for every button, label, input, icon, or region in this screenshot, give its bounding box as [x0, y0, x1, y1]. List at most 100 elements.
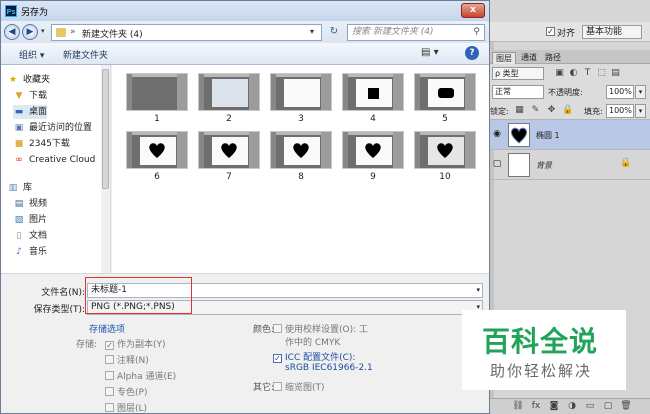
- back-arrow-icon[interactable]: ◀: [4, 24, 20, 40]
- mask-icon[interactable]: ◙: [548, 401, 560, 413]
- file-item[interactable]: 5: [414, 73, 478, 127]
- workspace-dropdown[interactable]: 基本功能: [582, 25, 642, 39]
- alpha-channels-checkbox[interactable]: Alpha 通道(E): [105, 369, 176, 382]
- tab-channels[interactable]: 通道: [518, 52, 540, 64]
- file-name: 3: [298, 114, 304, 124]
- file-item[interactable]: 3: [270, 73, 334, 127]
- spot-colors-checkbox[interactable]: 专色(P): [105, 385, 147, 398]
- type-filter-icon[interactable]: T: [582, 67, 593, 79]
- adjustment-filter-icon[interactable]: ◐: [568, 67, 579, 79]
- nav-item-pictures[interactable]: ▧ 图片: [13, 213, 47, 227]
- path-box[interactable]: » 新建文件夹 (4) ▾: [51, 24, 322, 41]
- history-dropdown-icon[interactable]: ▾: [41, 27, 45, 35]
- smart-object-filter-icon[interactable]: ▤: [610, 67, 621, 79]
- as-copy-checkbox[interactable]: ✓ 作为副本(Y): [105, 337, 166, 350]
- opacity-input[interactable]: 100%: [606, 85, 634, 99]
- documents-icon: ▯: [16, 231, 22, 241]
- chevron-down-icon[interactable]: ▾: [310, 27, 314, 36]
- view-options-icon[interactable]: ▤ ▾: [421, 47, 439, 58]
- layer-thumbnail: [508, 153, 530, 177]
- chevron-down-icon[interactable]: ▾: [476, 284, 480, 297]
- store-label: 存储:: [76, 340, 98, 350]
- trash-icon[interactable]: 🗑: [620, 401, 632, 413]
- file-thumbnail: [342, 131, 404, 169]
- file-item[interactable]: 10: [414, 131, 478, 185]
- color-label: 颜色:: [253, 325, 275, 335]
- file-thumbnail: [198, 73, 260, 111]
- search-icon[interactable]: ⚲: [473, 25, 480, 40]
- refresh-icon[interactable]: ↻: [325, 24, 343, 41]
- layers-checkbox[interactable]: 图层(L): [105, 401, 147, 414]
- file-item[interactable]: 7: [198, 131, 262, 185]
- nav-item-favorites[interactable]: ★ 收藏夹: [7, 73, 50, 87]
- search-input[interactable]: 搜索 新建文件夹 (4) ⚲: [347, 24, 485, 41]
- nav-scrollbar[interactable]: [101, 65, 110, 273]
- recent-places-icon: ▣: [14, 123, 24, 133]
- group-folder-icon[interactable]: ▭: [584, 401, 596, 413]
- nav-item-creative-cloud[interactable]: ∞ Creative Cloud: [13, 153, 95, 167]
- file-item[interactable]: 2: [198, 73, 262, 127]
- nav-item-videos[interactable]: ▤ 视频: [13, 197, 47, 211]
- nav-item-music[interactable]: ♪ 音乐: [13, 245, 47, 259]
- highlight-box: [85, 277, 192, 314]
- file-name: 10: [439, 172, 451, 182]
- thumbnail-checkbox[interactable]: 缩览图(T): [273, 380, 325, 393]
- lock-transparent-icon[interactable]: ▦: [514, 105, 525, 117]
- lock-all-icon[interactable]: 🔒: [562, 105, 573, 117]
- blend-mode-select[interactable]: 正常: [492, 85, 544, 99]
- file-item[interactable]: 4: [342, 73, 406, 127]
- nav-item-libraries[interactable]: ▥ 库: [7, 181, 32, 195]
- eye-icon[interactable]: ◉: [492, 129, 502, 139]
- file-item[interactable]: 9: [342, 131, 406, 185]
- lock-move-icon[interactable]: ✥: [546, 105, 557, 117]
- organize-button[interactable]: 组织 ▾: [19, 48, 44, 61]
- tab-layers[interactable]: 图层: [492, 52, 516, 64]
- chevron-right-icon[interactable]: »: [70, 27, 76, 37]
- opacity-dropdown-icon[interactable]: ▾: [635, 85, 646, 99]
- path-text: 新建文件夹 (4): [82, 30, 143, 40]
- tab-paths[interactable]: 路径: [542, 52, 564, 64]
- pictures-icon: ▧: [14, 215, 24, 225]
- nav-item-2345-downloads[interactable]: ■ 2345下载: [13, 137, 70, 151]
- nav-item-desktop[interactable]: ▬ 桌面: [13, 105, 48, 119]
- fill-dropdown-icon[interactable]: ▾: [635, 104, 646, 118]
- close-button[interactable]: x: [461, 3, 485, 18]
- file-item[interactable]: 1: [126, 73, 190, 127]
- star-icon: ★: [8, 75, 18, 85]
- forward-arrow-icon[interactable]: ▶: [22, 24, 38, 40]
- adjustment-icon[interactable]: ◑: [566, 401, 578, 413]
- lock-brush-icon[interactable]: ✎: [530, 105, 541, 117]
- use-proof-setup-checkbox[interactable]: 使用校样设置(O): 工: [273, 322, 368, 335]
- pixel-filter-icon[interactable]: ▣: [554, 67, 565, 79]
- file-name: 8: [298, 172, 304, 182]
- options-bar: ✓ 对齐 基本功能: [490, 22, 650, 42]
- creative-cloud-icon: ∞: [15, 155, 23, 165]
- checkbox-check-icon: ✓: [273, 354, 282, 363]
- layer-row-ellipse[interactable]: ◉ 椭圆 1: [490, 120, 650, 150]
- help-icon[interactable]: ?: [465, 46, 479, 60]
- new-folder-button[interactable]: 新建文件夹: [63, 48, 108, 61]
- save-options-title: 存储选项: [89, 325, 126, 335]
- visibility-box-icon[interactable]: ▢: [492, 159, 502, 169]
- icc-profile-checkbox[interactable]: ✓ ICC 配置文件(C):: [273, 350, 355, 363]
- link-icon[interactable]: ⛓: [512, 401, 524, 413]
- watermark-title: 百科全说: [482, 325, 599, 358]
- nav-item-documents[interactable]: ▯ 文档: [13, 229, 48, 243]
- new-layer-icon[interactable]: ▢: [602, 401, 614, 413]
- file-item[interactable]: 8: [270, 131, 334, 185]
- file-name: 5: [442, 114, 448, 124]
- command-bar: 组织 ▾ 新建文件夹 ▤ ▾ ?: [1, 43, 489, 65]
- scrollbar-thumb[interactable]: [102, 69, 109, 189]
- folder-icon: [56, 28, 66, 37]
- nav-item-downloads[interactable]: ▼ 下载: [13, 89, 47, 103]
- layers-panel-footer: ⛓ fx ◙ ◑ ▭ ▢ 🗑: [490, 398, 650, 414]
- filter-kind-select[interactable]: ρ 类型: [492, 67, 544, 80]
- nav-item-recent[interactable]: ▣ 最近访问的位置: [13, 121, 92, 135]
- file-item[interactable]: 6: [126, 131, 190, 185]
- notes-checkbox[interactable]: 注释(N): [105, 353, 149, 366]
- fill-input[interactable]: 100%: [606, 104, 634, 118]
- fx-icon[interactable]: fx: [530, 401, 542, 413]
- align-checkbox[interactable]: ✓: [546, 27, 555, 36]
- layer-row-background[interactable]: ▢ 背景 🔒: [490, 150, 650, 180]
- shape-filter-icon[interactable]: ⬚: [596, 67, 607, 79]
